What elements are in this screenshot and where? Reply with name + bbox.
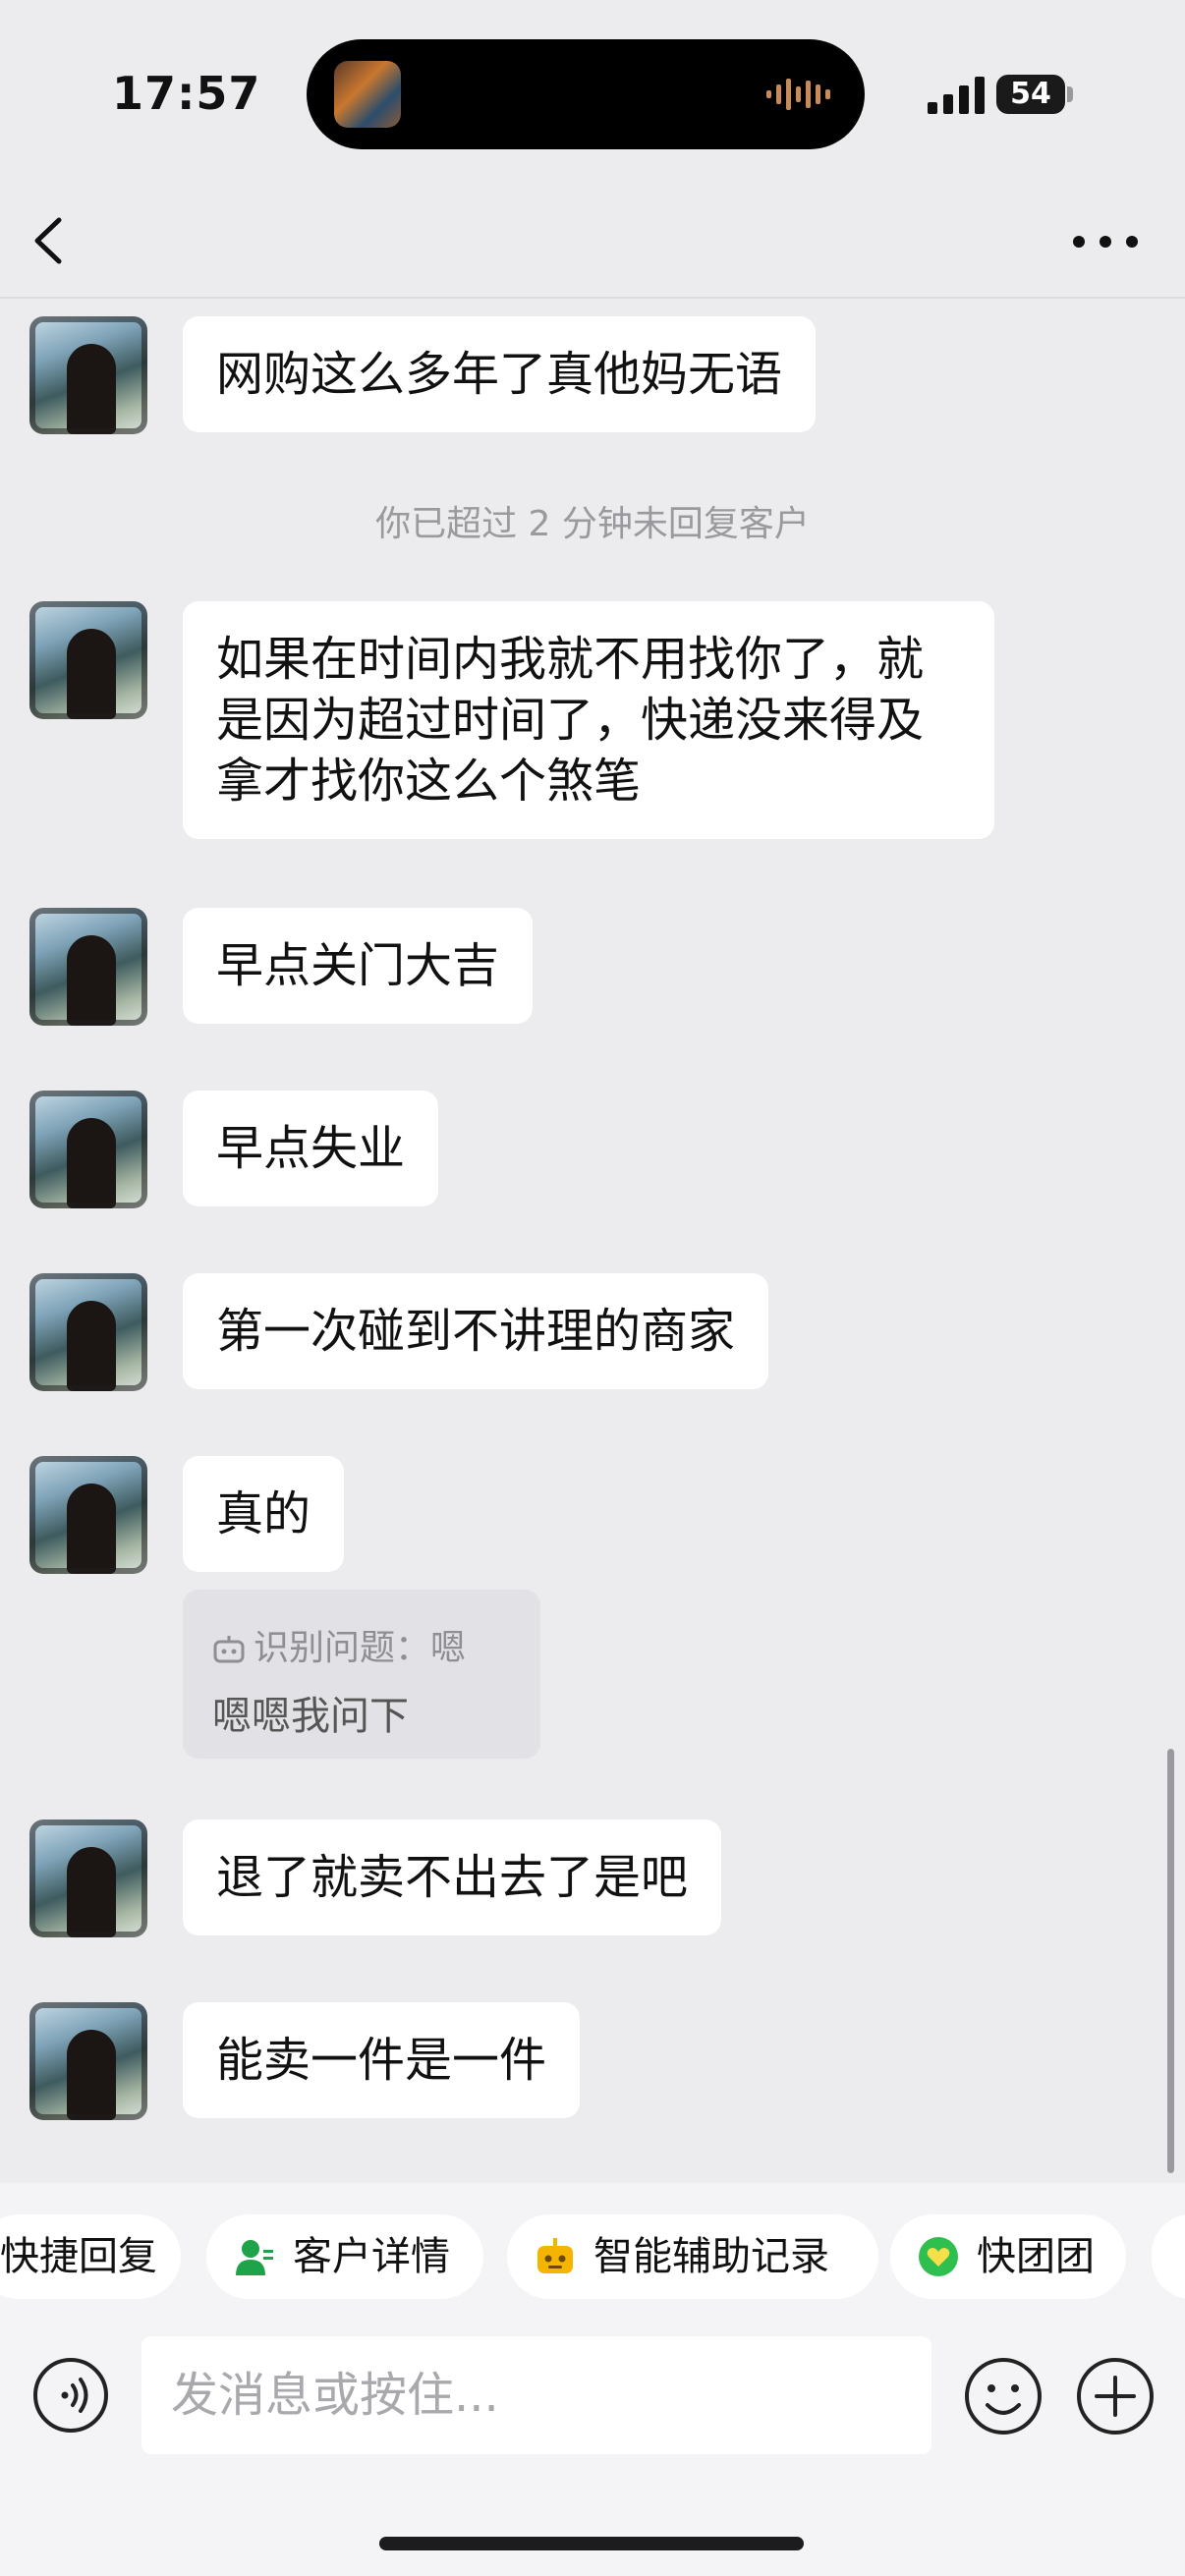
message-bubble: 如果在时间内我就不用找你了，就是因为超过时间了，快递没来得及拿才找你这么个煞笔	[183, 601, 994, 839]
customer-avatar[interactable]	[29, 2002, 147, 2120]
home-indicator[interactable]	[379, 2537, 804, 2550]
message-bubble: 早点关门大吉	[183, 908, 534, 1024]
battery-level: 54	[996, 75, 1065, 114]
quick-action-bar: 快捷回复 客户详情 智能辅助记录 快团团	[0, 2183, 1185, 2330]
ellipsis-icon[interactable]	[1061, 212, 1150, 271]
kuaituantuan-label: 快团团	[977, 2234, 1095, 2279]
message-bubble: 网购这么多年了真他妈无语	[183, 316, 817, 432]
battery-tip	[1067, 86, 1073, 102]
heart-icon	[919, 2237, 958, 2276]
customer-avatar[interactable]	[29, 1820, 147, 1937]
quick-reply-label: 快捷回复	[0, 2234, 157, 2279]
ai-suggested-reply[interactable]: 嗯嗯我问下	[212, 1684, 409, 1741]
customer-avatar[interactable]	[29, 908, 147, 1026]
quick-reply-chip[interactable]: 快捷回复	[0, 2214, 181, 2299]
status-time: 17:57	[112, 67, 261, 120]
message-bubble: 第一次碰到不讲理的商家	[183, 1273, 769, 1389]
audio-wave-icon	[766, 79, 830, 110]
voice-input-icon[interactable]	[31, 2356, 110, 2435]
customer-avatar[interactable]	[29, 601, 147, 719]
kuaituantuan-chip[interactable]: 快团团	[890, 2214, 1126, 2299]
smart-assist-record-chip[interactable]: 智能辅助记录	[507, 2214, 878, 2299]
customer-avatar[interactable]	[29, 316, 147, 434]
customer-detail-chip[interactable]: 客户详情	[206, 2214, 483, 2299]
now-playing-thumbnail	[334, 61, 401, 128]
robot-icon	[213, 1636, 245, 1663]
ai-question-text: 识别问题：嗯	[254, 1628, 467, 1668]
message-bubble: 退了就卖不出去了是吧	[183, 1820, 722, 1935]
system-note: 你已超过 2 分钟未回复客户	[375, 504, 810, 544]
user-detail-icon	[236, 2240, 273, 2275]
chevron-left-icon[interactable]	[20, 206, 88, 275]
chat-header	[0, 187, 1185, 299]
message-bubble: 早点失业	[183, 1091, 439, 1206]
dynamic-island[interactable]	[307, 39, 865, 149]
message-input[interactable]	[141, 2336, 931, 2454]
ai-suggestion-card[interactable]: 识别问题：嗯 嗯嗯我问下	[183, 1590, 540, 1759]
message-bubble: 真的	[183, 1456, 345, 1572]
cellular-signal-icon	[928, 77, 985, 114]
customer-avatar[interactable]	[29, 1273, 147, 1391]
plus-icon[interactable]	[1075, 2356, 1156, 2436]
emoji-icon[interactable]	[963, 2356, 1044, 2436]
scrollbar[interactable]	[1167, 1749, 1174, 2173]
smart-assist-record-label: 智能辅助记录	[593, 2234, 829, 2279]
status-bar: 17:57 54	[0, 0, 1185, 187]
message-bubble: 能卖一件是一件	[183, 2002, 581, 2118]
customer-avatar[interactable]	[29, 1091, 147, 1208]
more-chip[interactable]	[1152, 2214, 1185, 2299]
ai-question-row: 识别问题：嗯	[212, 1619, 466, 1670]
customer-avatar[interactable]	[29, 1456, 147, 1574]
customer-detail-label: 客户详情	[293, 2234, 450, 2279]
robot-icon	[537, 2238, 573, 2273]
